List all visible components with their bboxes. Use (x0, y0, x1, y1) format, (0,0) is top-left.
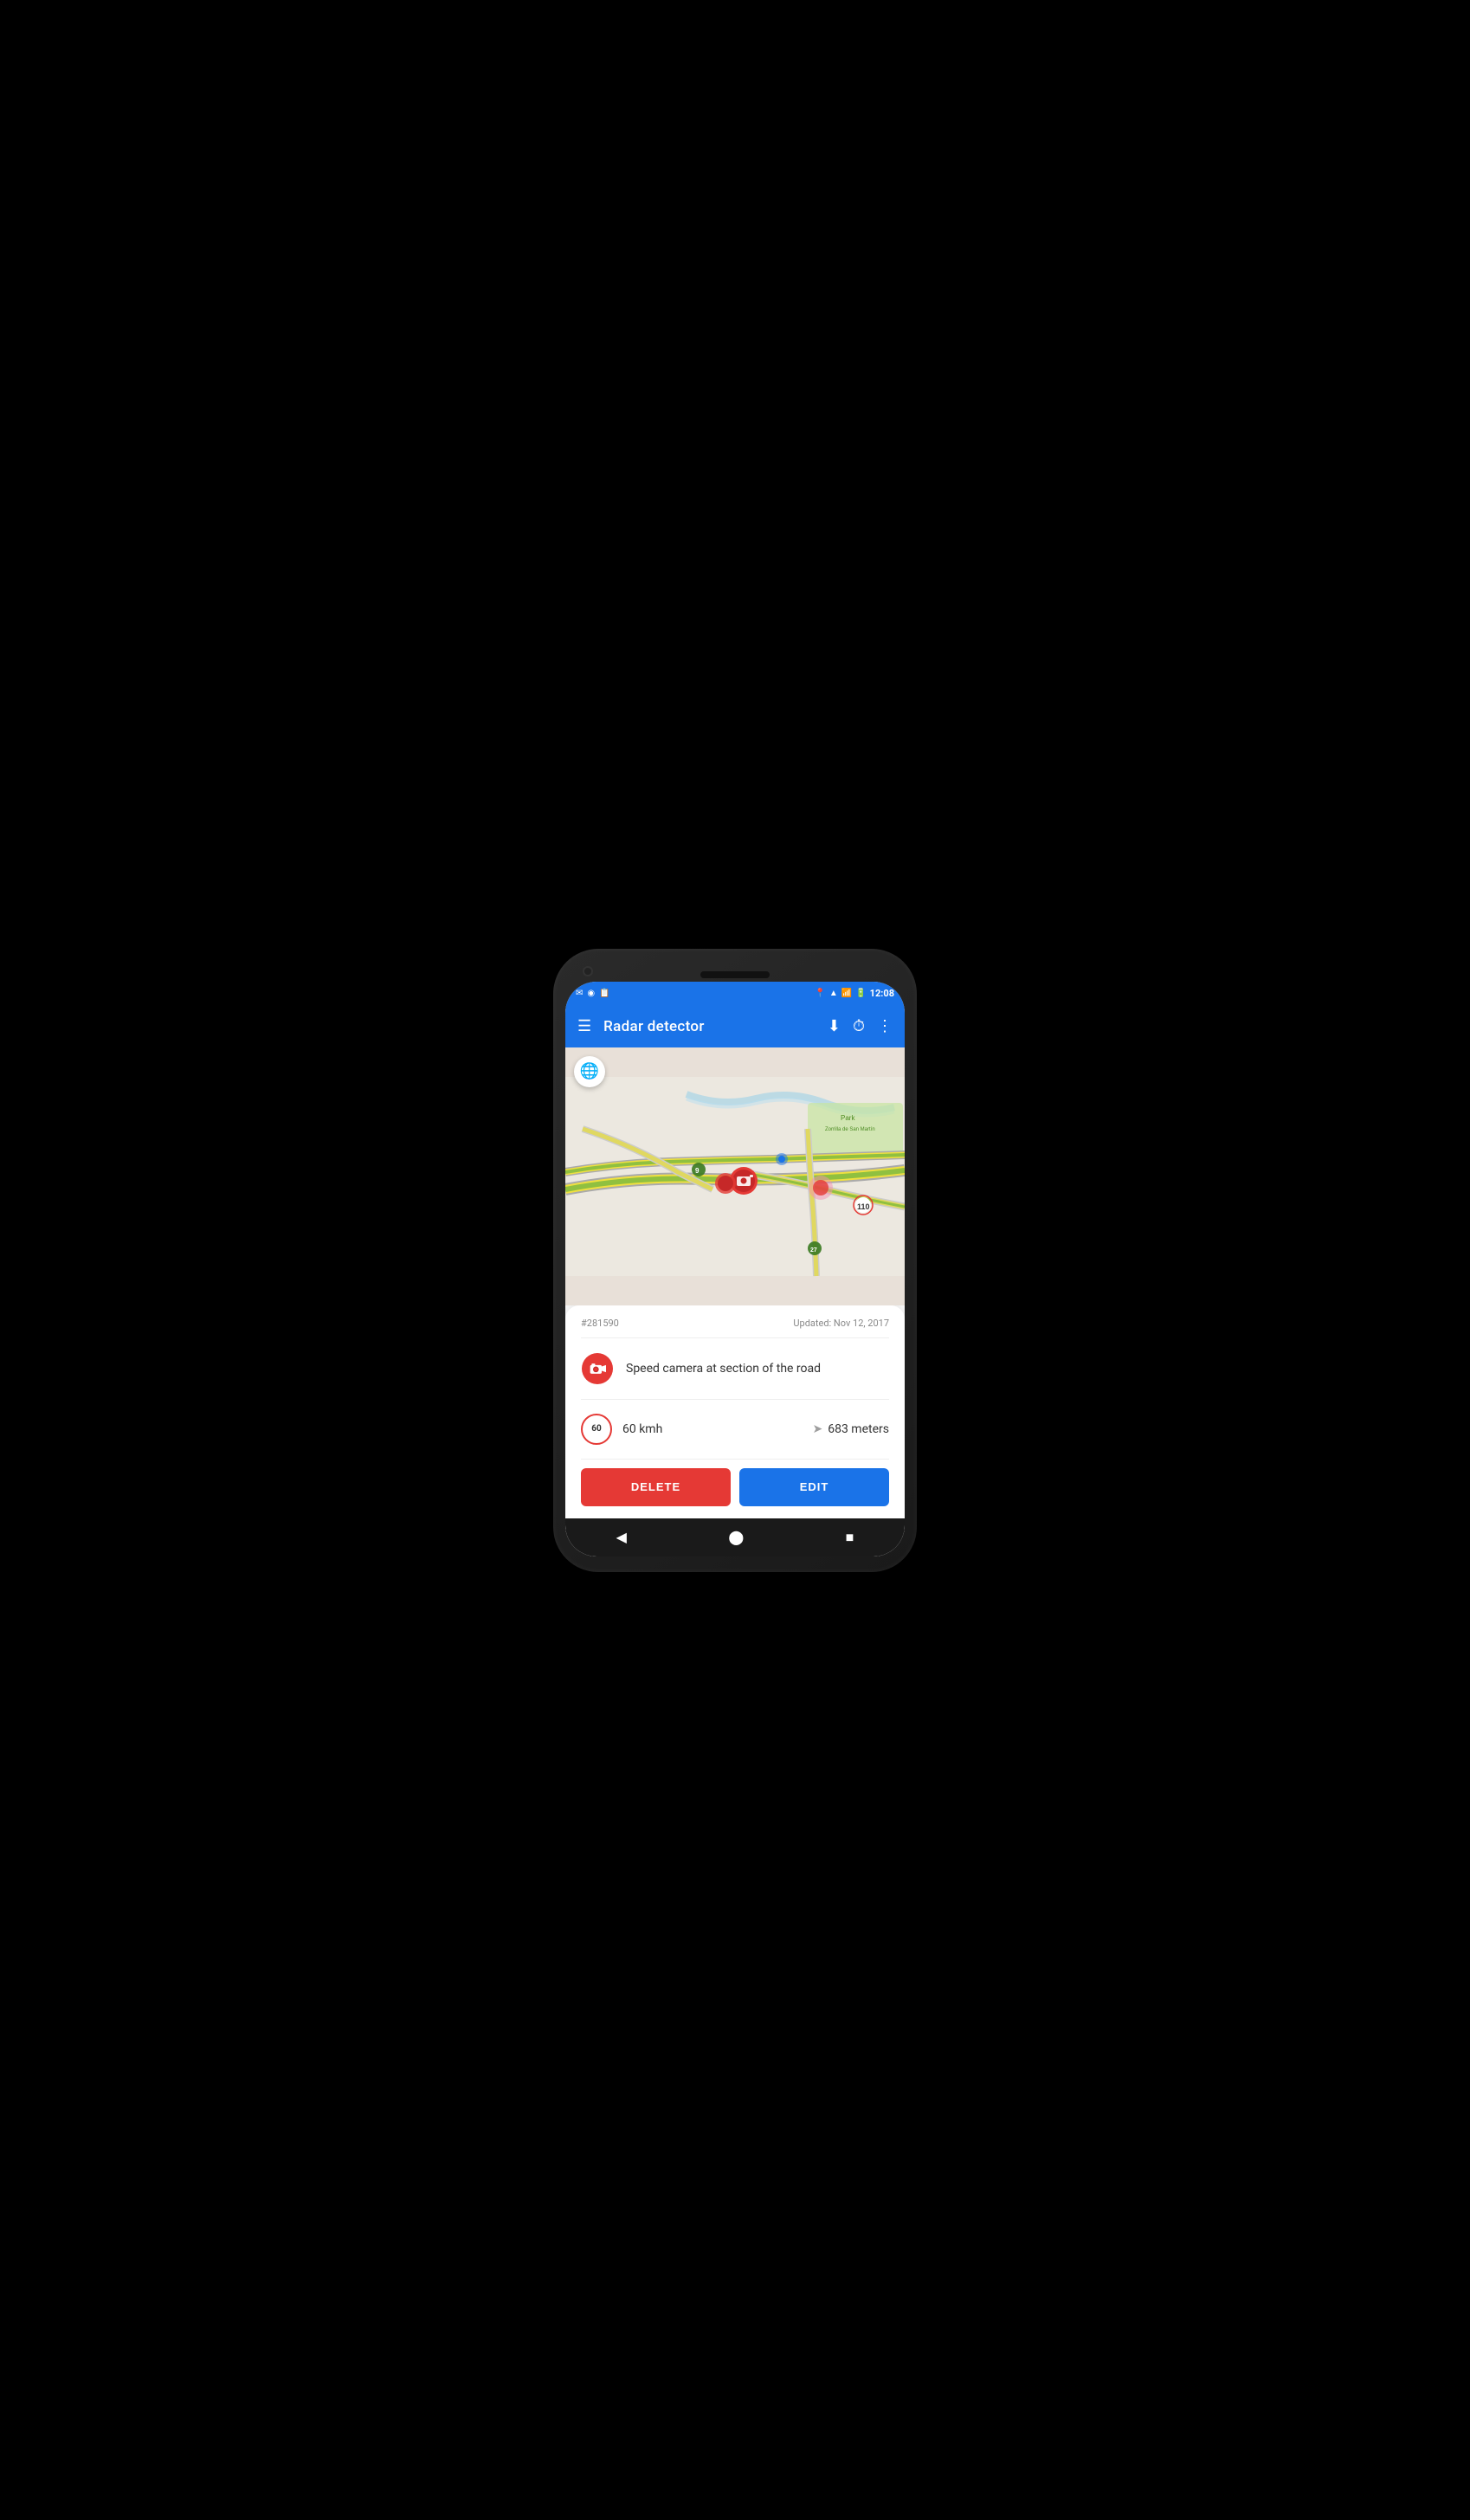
battery-icon: 🔋 (855, 989, 866, 998)
speed-section: 60 60 kmh (581, 1414, 662, 1445)
svg-text:Park: Park (841, 1114, 855, 1122)
speed-distance-row: 60 60 kmh ➤ 683 meters (581, 1407, 889, 1452)
gmail-icon: ✉ (576, 989, 583, 998)
svg-text:110: 110 (857, 1202, 870, 1211)
card-header: #281590 Updated: Nov 12, 2017 (581, 1318, 889, 1329)
camera-title-row: Speed camera at section of the road (581, 1345, 889, 1392)
bottom-card: #281590 Updated: Nov 12, 2017 (565, 1305, 905, 1518)
camera-updated: Updated: Nov 12, 2017 (793, 1318, 889, 1329)
download-icon[interactable]: ⬇ (828, 1017, 841, 1035)
map-area[interactable]: Park Zorrilla de San Martín (565, 1047, 905, 1305)
speed-label: 60 kmh (622, 1422, 662, 1436)
svg-text:Zorrilla de San Martín: Zorrilla de San Martín (825, 1127, 875, 1132)
status-time: 12:08 (870, 988, 894, 999)
phone-device: ✉ ◉ 📋 📍 ▲ 📶 🔋 12:08 ☰ Radar detector ⬇ ⏱… (553, 949, 917, 1572)
speed-badge: 60 (581, 1414, 612, 1445)
phone-camera (583, 966, 593, 976)
divider-3 (581, 1459, 889, 1460)
delete-button[interactable]: DELETE (581, 1468, 731, 1506)
camera-title: Speed camera at section of the road (626, 1362, 821, 1376)
circle-icon: ◉ (587, 989, 595, 998)
distance-section: ➤ 683 meters (813, 1422, 890, 1436)
camera-type-icon (582, 1353, 613, 1384)
globe-icon: 🌐 (580, 1062, 599, 1080)
bottom-nav: ◀ ⬤ ■ (565, 1518, 905, 1556)
camera-icon-wrapper (581, 1352, 614, 1385)
phone-screen: ✉ ◉ 📋 📍 ▲ 📶 🔋 12:08 ☰ Radar detector ⬇ ⏱… (565, 982, 905, 1556)
camera-id: #281590 (581, 1318, 619, 1329)
app-bar: ☰ Radar detector ⬇ ⏱ ⋮ (565, 1006, 905, 1047)
distance-value: 683 meters (828, 1422, 889, 1436)
svg-text:9: 9 (695, 1167, 700, 1175)
edit-button[interactable]: EDIT (739, 1468, 889, 1506)
history-icon[interactable]: ⏱ (853, 1017, 865, 1035)
status-bar-left: ✉ ◉ 📋 (576, 989, 610, 998)
divider-1 (581, 1337, 889, 1338)
recents-nav-button[interactable]: ■ (828, 1522, 872, 1553)
phone-speaker (700, 971, 770, 978)
wifi-icon: ▲ (829, 989, 838, 998)
svg-text:27: 27 (810, 1247, 817, 1254)
card-buttons: DELETE EDIT (581, 1468, 889, 1506)
globe-button[interactable]: 🌐 (574, 1056, 605, 1087)
navigation-icon: ➤ (813, 1422, 823, 1436)
more-options-icon[interactable]: ⋮ (877, 1017, 893, 1035)
back-nav-button[interactable]: ◀ (599, 1522, 644, 1552)
home-nav-button[interactable]: ⬤ (711, 1522, 761, 1552)
menu-icon[interactable]: ☰ (577, 1017, 591, 1035)
signal-icon: 📶 (841, 989, 852, 998)
divider-2 (581, 1399, 889, 1400)
location-icon: 📍 (815, 989, 825, 998)
status-bar: ✉ ◉ 📋 📍 ▲ 📶 🔋 12:08 (565, 982, 905, 1006)
status-bar-right: 📍 ▲ 📶 🔋 12:08 (815, 988, 894, 999)
app-title: Radar detector (603, 1018, 816, 1035)
clipboard-icon: 📋 (599, 989, 609, 998)
